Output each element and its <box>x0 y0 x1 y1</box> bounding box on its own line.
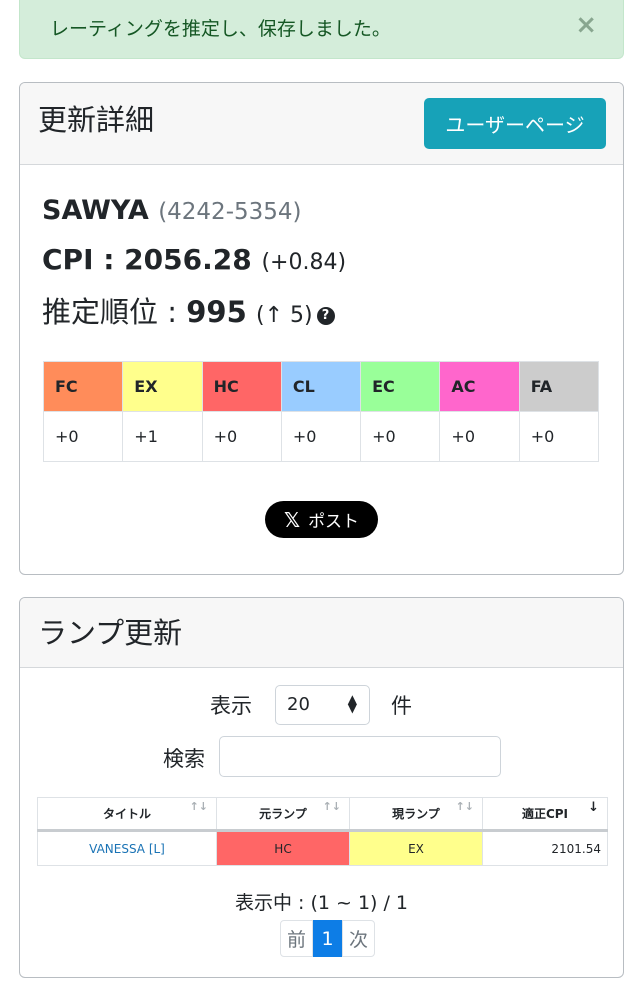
cpi-delta: (+0.84) <box>261 250 347 275</box>
user-name: SAWYA <box>42 195 149 226</box>
column-new-lamp[interactable]: 現ランプ ↑↓ <box>349 797 483 832</box>
lamp-ec-value: +0 <box>360 411 441 462</box>
lamp-ac-value: +0 <box>439 411 520 462</box>
lamp-ec-header: EC <box>360 361 441 412</box>
card-header: ランプ更新 <box>20 598 623 668</box>
lamp-ac-header: AC <box>439 361 520 412</box>
question-circle-icon[interactable]: ? <box>316 307 335 325</box>
user-id: (4242-5354) <box>158 199 302 225</box>
lamp-value-row: +0 +1 +0 +0 +0 +0 +0 <box>42 411 600 462</box>
sort-icon: ↑↓ <box>322 800 341 813</box>
lamp-diff-table: FC EX HC CL EC AC FA +0 +1 +0 +0 +0 +0 +… <box>42 361 600 462</box>
rank-value: 995 <box>186 295 247 329</box>
sort-updown-icon: ▲ ▼ <box>347 692 357 715</box>
close-icon[interactable]: × <box>575 10 597 40</box>
user-name-line: SAWYA (4242-5354) <box>42 195 302 226</box>
lamp-cl-header: CL <box>280 361 362 412</box>
card-header: 更新詳細 ユーザーページ <box>20 83 623 165</box>
alert-message: レーティングを推定し、保存しました。 <box>50 18 391 40</box>
x-post-button[interactable]: 𝕏 ポスト <box>265 501 378 538</box>
post-label: ポスト <box>308 512 360 532</box>
cpi-value: CPI : 2056.28 <box>42 243 252 276</box>
song-title-link[interactable]: VANESSA [L] <box>37 830 217 866</box>
user-page-button[interactable]: ユーザーページ <box>424 98 606 149</box>
lamp-hc-header: HC <box>201 361 282 412</box>
card-title: 更新詳細 <box>38 103 155 137</box>
column-old-lamp[interactable]: 元ランプ ↑↓ <box>216 797 350 832</box>
unit-label: 件 <box>391 694 412 718</box>
column-title[interactable]: タイトル ↑↓ <box>37 797 217 832</box>
rank-change: (↑ 5) <box>255 303 313 328</box>
lamp-fa-header: FA <box>518 361 600 412</box>
lamp-fa-value: +0 <box>518 411 600 462</box>
lamp-ex-header: EX <box>122 361 203 412</box>
lamp-fc-header: FC <box>42 361 124 412</box>
table-row: VANESSA [L] HC EX 2101.54 <box>37 830 608 866</box>
x-logo-icon: 𝕏 <box>283 507 301 532</box>
showing-info: 表示中 : (1 ~ 1) / 1 <box>234 892 409 914</box>
old-lamp-cell: HC <box>216 830 350 866</box>
prev-page-button[interactable]: 前 <box>280 920 313 957</box>
lamp-fc-value: +0 <box>42 411 124 462</box>
new-lamp-cell: EX <box>349 830 483 866</box>
cpi-cell: 2101.54 <box>482 830 608 866</box>
column-cpi[interactable]: 適正CPI ↓ <box>482 797 608 832</box>
card-title: ランプ更新 <box>38 616 183 650</box>
lamp-cl-value: +0 <box>280 411 362 462</box>
lamp-update-card: ランプ更新 表示 20 ▲ ▼ 件 検索 タイトル ↑↓ 元ランプ ↑↓ 現ランプ ↑↓… <box>19 597 624 978</box>
rank-label: 推定順位 : <box>42 295 187 329</box>
lamp-update-table: タイトル ↑↓ 元ランプ ↑↓ 現ランプ ↑↓ 適正CPI ↓ VANESSA [L] … <box>37 797 608 866</box>
lamp-header-row: FC EX HC CL EC AC FA <box>42 361 600 412</box>
next-page-button[interactable]: 次 <box>342 920 375 957</box>
lamp-hc-value: +0 <box>201 411 282 462</box>
show-label: 表示 <box>210 694 252 718</box>
sort-desc-icon: ↓ <box>588 800 599 815</box>
rank-line: 推定順位 : 995 (↑ 5)? <box>42 289 335 331</box>
table-header-row: タイトル ↑↓ 元ランプ ↑↓ 現ランプ ↑↓ 適正CPI ↓ <box>37 797 608 832</box>
pagination: 前 1 次 <box>280 920 375 957</box>
lamp-ex-value: +1 <box>122 411 203 462</box>
success-alert: レーティングを推定し、保存しました。 × <box>19 0 624 59</box>
page-size-value: 20 <box>287 694 310 715</box>
search-input[interactable] <box>219 736 501 777</box>
cpi-line: CPI : 2056.28 (+0.84) <box>42 243 346 276</box>
sort-icon: ↑↓ <box>455 800 474 813</box>
current-page-button[interactable]: 1 <box>313 920 342 957</box>
update-details-card: 更新詳細 ユーザーページ SAWYA (4242-5354) CPI : 205… <box>19 82 624 575</box>
sort-icon: ↑↓ <box>189 800 208 813</box>
search-label: 検索 <box>163 747 205 771</box>
page-size-select[interactable]: 20 ▲ ▼ <box>275 685 370 725</box>
